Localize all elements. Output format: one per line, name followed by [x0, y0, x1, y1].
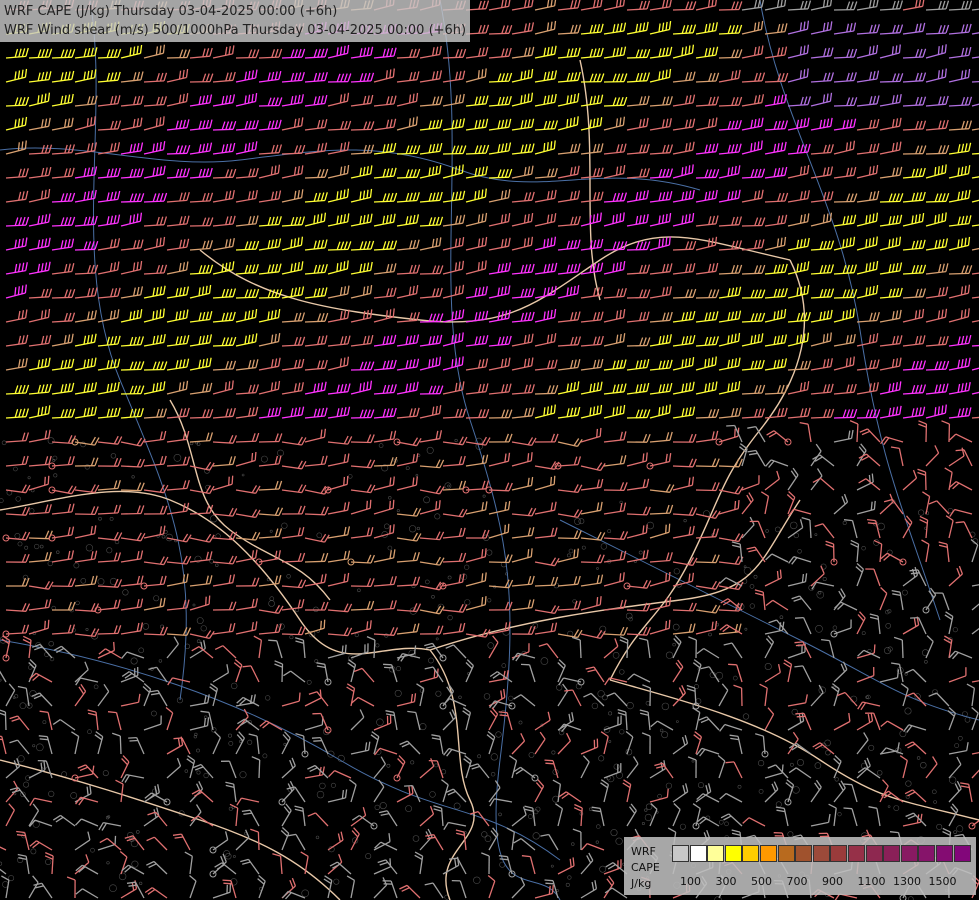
legend-swatch	[953, 845, 971, 862]
legend-tick-label: 1500	[928, 875, 957, 888]
legend-unit-label: J/kg	[631, 877, 652, 890]
legend-tick-label: 300	[715, 875, 737, 888]
legend-swatch	[936, 845, 953, 862]
legend-tick-label: 1100	[857, 875, 886, 888]
legend-tick-label: 700	[786, 875, 808, 888]
legend-tick-label: 1300	[893, 875, 921, 888]
legend-field-label: CAPE	[631, 861, 660, 874]
title-line-shear: WRF Wind shear (m/s) 500/1000hPa Thursda…	[4, 23, 467, 38]
legend-swatch	[900, 845, 918, 862]
legend-swatch	[830, 845, 848, 862]
title-line-cape: WRF CAPE (J/kg) Thursday 03-04-2025 00:0…	[4, 4, 338, 19]
legend-swatch	[812, 845, 830, 862]
legend-swatch	[760, 845, 777, 862]
legend-model-label: WRF	[631, 845, 656, 858]
legend-swatch	[848, 845, 865, 862]
legend-swatch	[918, 845, 936, 862]
legend-tick-label: 100	[680, 875, 701, 888]
cape-legend: WRF CAPE J/kg 100 300 500 700 900 1100 1300 150…	[624, 837, 976, 895]
legend-swatch	[742, 845, 760, 862]
legend-swatch	[689, 845, 707, 862]
map-title: WRF CAPE (J/kg) Thursday 03-04-2025 00:0…	[0, 0, 471, 42]
legend-swatch	[795, 845, 813, 862]
legend-swatch	[672, 845, 689, 862]
legend-tick-label: 500	[751, 875, 772, 888]
weather-map	[0, 0, 979, 900]
legend-swatch	[724, 845, 742, 862]
legend-tick-label: 900	[822, 875, 843, 888]
legend-swatch	[777, 845, 795, 862]
legend-swatch	[883, 845, 901, 862]
legend-swatch	[707, 845, 725, 862]
legend-swatch	[865, 845, 883, 862]
